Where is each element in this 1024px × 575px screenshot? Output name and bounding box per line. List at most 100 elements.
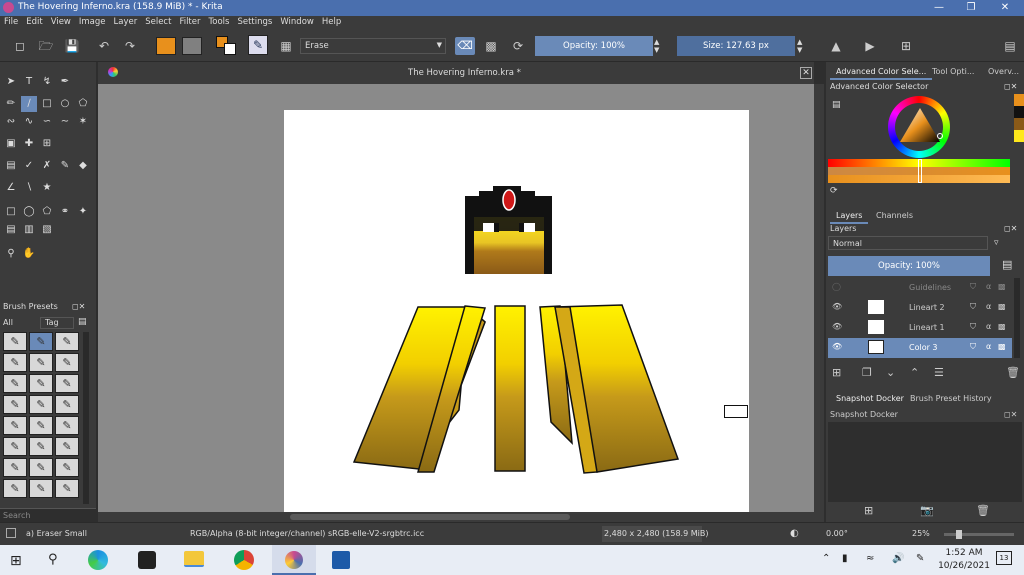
size-spin-arrows-icon[interactable]: ▲ ▼ <box>797 38 802 54</box>
canvas-paper[interactable] <box>284 110 749 513</box>
menu-settings[interactable]: Settings <box>233 16 276 28</box>
minimize-button[interactable]: — <box>924 0 954 16</box>
swatch-brown[interactable] <box>1014 118 1024 130</box>
checker-icon[interactable]: ▩ <box>998 302 1006 311</box>
lock-icon[interactable]: ⛉ <box>970 322 976 332</box>
brush-preset-thumbnail[interactable]: ✎ <box>29 437 53 456</box>
preset-search-input[interactable]: Search <box>0 508 96 522</box>
magic-wand-icon[interactable]: ✦ <box>75 204 91 220</box>
visibility-icon[interactable]: 👁 <box>832 342 842 351</box>
notification-center-icon[interactable]: 13 <box>996 551 1012 565</box>
refresh-color-icon[interactable]: ⟳ <box>830 186 838 196</box>
tab-overview[interactable]: Overv... <box>982 64 1024 80</box>
assistant-tool-icon[interactable]: ∖ <box>21 180 37 196</box>
similar-select-icon[interactable]: ▥ <box>21 222 37 238</box>
color-selector-settings-icon[interactable]: ▤ <box>832 100 841 110</box>
brush-preset-thumbnail[interactable]: ✎ <box>29 332 53 351</box>
polygon-tool-icon[interactable]: ⬠ <box>75 96 91 112</box>
brush-preset-thumbnail[interactable]: ✎ <box>29 416 53 435</box>
gradient-tool-icon[interactable]: ▤ <box>3 158 19 174</box>
layer-properties-icon[interactable]: ▤ <box>1002 258 1012 271</box>
dock-menu-icon[interactable]: ▤ <box>1002 38 1018 54</box>
tab-brush-preset-history[interactable]: Brush Preset History <box>906 392 996 406</box>
size-slider[interactable]: Size: 127.63 px <box>677 36 795 56</box>
vertical-scrollbar[interactable] <box>814 84 824 522</box>
color-triangle[interactable] <box>898 106 942 146</box>
layers-scrollbar[interactable] <box>1014 278 1020 358</box>
delete-layer-icon[interactable]: 🗑 <box>1006 366 1020 379</box>
measure-tool-icon[interactable]: ∠ <box>3 180 19 196</box>
multibrush-icon[interactable]: ✶ <box>75 114 91 130</box>
add-layer-icon[interactable]: ⊞ <box>832 366 841 379</box>
gradient-swatch[interactable] <box>156 37 176 55</box>
search-icon[interactable]: ⚲ <box>48 552 58 567</box>
windows-start-icon[interactable]: ⊞ <box>10 553 22 569</box>
brush-preset-thumbnail[interactable]: ✎ <box>55 416 79 435</box>
crop-icon[interactable]: ⊞ <box>898 38 914 54</box>
visibility-icon[interactable]: 👁 <box>832 302 842 311</box>
rect-select-icon[interactable]: □ <box>3 204 19 220</box>
visibility-icon[interactable]: ◯ <box>832 282 841 291</box>
smart-patch-icon[interactable]: ✗ <box>39 158 55 174</box>
ellipse-tool-icon[interactable]: ○ <box>57 96 73 112</box>
rotate-view-icon[interactable]: ◐ <box>790 528 799 539</box>
brush-preset-thumbnail[interactable]: ✎ <box>3 374 27 393</box>
open-folder-icon[interactable]: 🗁 <box>38 38 54 54</box>
move-layer-down-icon[interactable]: ⌄ <box>886 366 895 379</box>
filter-icon[interactable]: ▿ <box>994 238 999 248</box>
layer-row-selected[interactable]: 👁 Color 3 ⛉ α ▩ <box>828 338 1012 358</box>
brush-preset-thumbnail[interactable]: ✎ <box>29 395 53 414</box>
brush-preset-thumbnail[interactable]: ✎ <box>55 479 79 498</box>
brush-preset-thumbnail[interactable]: ✎ <box>3 332 27 351</box>
bezier-tool-icon[interactable]: ∿ <box>21 114 37 130</box>
duplicate-layer-icon[interactable]: ❐ <box>862 366 872 379</box>
ellipse-select-icon[interactable]: ◯ <box>21 204 37 220</box>
zoom-slider[interactable] <box>944 533 1014 536</box>
color-sliders[interactable] <box>828 159 1010 183</box>
maximize-button[interactable]: ❐ <box>956 0 986 16</box>
fill-tool-icon[interactable]: ◆ <box>75 158 91 174</box>
brush-preset-thumbnail[interactable]: ✎ <box>29 374 53 393</box>
chrome-icon[interactable] <box>234 550 254 570</box>
undo-icon[interactable]: ↶ <box>96 38 112 54</box>
wifi-icon[interactable]: ≈ <box>866 553 874 564</box>
preset-scrollbar[interactable] <box>83 332 89 504</box>
zoom-label[interactable]: 25% <box>912 529 930 538</box>
menu-filter[interactable]: Filter <box>175 16 204 28</box>
brush-preset-thumbnail[interactable]: ✎ <box>29 479 53 498</box>
menu-select[interactable]: Select <box>141 16 175 28</box>
alpha-lock-icon[interactable]: ▩ <box>483 38 499 54</box>
alpha-inherit-icon[interactable]: α <box>986 322 991 331</box>
transform-tool-icon[interactable]: ▣ <box>3 136 19 152</box>
layer-row[interactable]: 👁 Lineart 1 ⛉ α ▩ <box>828 318 1012 338</box>
dynamic-brush-icon[interactable]: ∼ <box>57 114 73 130</box>
layer-opacity-slider[interactable]: Opacity: 100% <box>828 256 990 276</box>
brush-preset-thumbnail[interactable]: ✎ <box>3 479 27 498</box>
redo-icon[interactable]: ↷ <box>122 38 138 54</box>
photos-app-icon[interactable] <box>332 551 350 569</box>
layer-blend-dropdown[interactable]: Normal <box>828 236 988 250</box>
polygon-select-icon[interactable]: ⬠ <box>39 204 55 220</box>
alpha-inherit-icon[interactable]: α <box>986 282 991 291</box>
brush-preset-thumbnail[interactable]: ✎ <box>3 437 27 456</box>
brush-preset-thumbnail[interactable]: ✎ <box>55 458 79 477</box>
brush-preset-thumbnail[interactable]: ✎ <box>55 353 79 372</box>
freehand-select-icon[interactable]: ⚭ <box>57 204 73 220</box>
text-tool-icon[interactable]: T <box>21 74 37 90</box>
bezier-select-icon[interactable]: ▧ <box>39 222 55 238</box>
tab-channels[interactable]: Channels <box>870 208 919 224</box>
volume-icon[interactable]: 🔊 <box>892 553 904 564</box>
calligraphy-icon[interactable]: ✒ <box>57 74 73 90</box>
menu-file[interactable]: File <box>0 16 22 28</box>
brush-preset-thumbnail[interactable]: ✎ <box>55 374 79 393</box>
freehand-path-icon[interactable]: ∽ <box>39 114 55 130</box>
brush-preset-thumbnail[interactable]: ✎ <box>3 353 27 372</box>
clock-date[interactable]: 10/26/2021 <box>936 561 992 571</box>
swatch-orange[interactable] <box>1014 94 1024 106</box>
visibility-icon[interactable]: 👁 <box>832 322 842 331</box>
store-icon[interactable] <box>138 551 156 569</box>
brush-editor-icon[interactable]: ▦ <box>278 38 294 54</box>
brush-preset-thumbnail[interactable]: ✎ <box>3 416 27 435</box>
brush-preset-thumbnail[interactable]: ✎ <box>29 458 53 477</box>
edit-shapes-icon[interactable]: ↯ <box>39 74 55 90</box>
